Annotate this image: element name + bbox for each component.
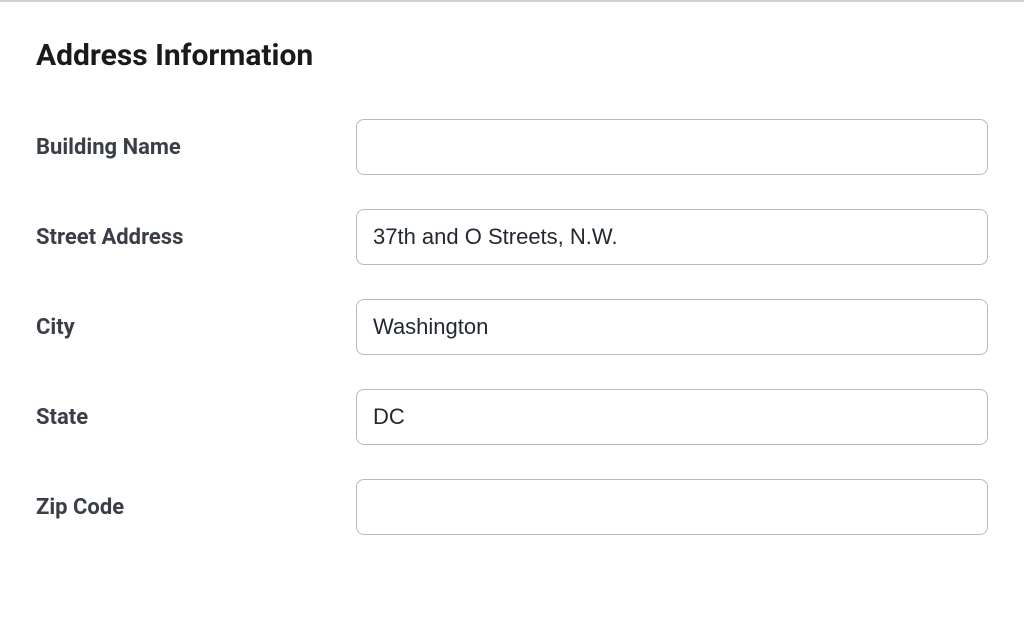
zip-code-input[interactable]: [356, 479, 988, 535]
form-row-zip-code: Zip Code: [36, 479, 988, 535]
building-name-input[interactable]: [356, 119, 988, 175]
section-title: Address Information: [36, 38, 988, 73]
building-name-label: Building Name: [36, 135, 356, 160]
street-address-input[interactable]: [356, 209, 988, 265]
state-input[interactable]: [356, 389, 988, 445]
zip-code-label: Zip Code: [36, 495, 356, 520]
state-label: State: [36, 405, 356, 430]
city-input[interactable]: [356, 299, 988, 355]
form-row-building-name: Building Name: [36, 119, 988, 175]
street-address-label: Street Address: [36, 225, 356, 250]
form-row-street-address: Street Address: [36, 209, 988, 265]
city-label: City: [36, 315, 356, 340]
form-row-city: City: [36, 299, 988, 355]
form-row-state: State: [36, 389, 988, 445]
